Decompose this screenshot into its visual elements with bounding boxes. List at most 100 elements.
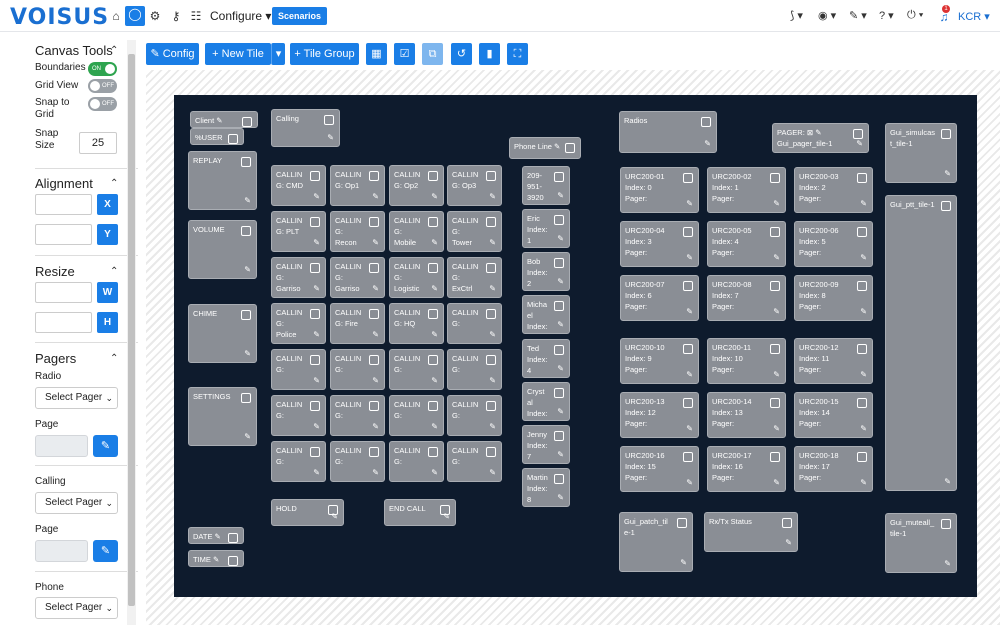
tile-checkbox[interactable] <box>428 263 438 273</box>
wrench-icon[interactable]: ✎ <box>431 468 438 478</box>
tile-c13[interactable]: CALLIN G: Police ✎ <box>271 303 326 344</box>
wrench-icon[interactable]: ✎ <box>785 538 792 548</box>
tile-calling[interactable]: Calling ✎ <box>271 109 340 147</box>
wrench-icon[interactable]: ✎ <box>372 468 379 478</box>
tile-muteall[interactable]: Gui_muteall_ tile-1 ✎ <box>885 513 957 573</box>
tile-checkbox[interactable] <box>941 201 951 211</box>
wrench-icon[interactable]: ✎ <box>431 330 438 340</box>
chevron-up-icon[interactable]: ⌃ <box>110 178 118 189</box>
chat-icon[interactable]: ◯ <box>125 6 145 26</box>
team-icon[interactable]: ☷ <box>188 8 204 24</box>
wrench-icon[interactable]: ✎ <box>773 199 780 209</box>
wrench-icon[interactable]: ✎ <box>489 422 496 432</box>
wrench-icon[interactable]: ✎ <box>372 330 379 340</box>
wrench-icon[interactable]: ✎ <box>431 376 438 386</box>
wrench-icon[interactable]: ✎ <box>557 364 564 374</box>
tile-checkbox[interactable] <box>369 401 379 411</box>
tile-checkbox[interactable] <box>310 309 320 319</box>
wrench-icon[interactable]: ✎ <box>489 238 496 248</box>
tile-checkbox[interactable] <box>782 518 792 528</box>
tile-checkbox[interactable] <box>857 173 867 183</box>
wrench-icon[interactable]: ✎ <box>557 450 564 460</box>
tile-r17[interactable]: URC200-17 Index: 16 Pager: ✎ <box>707 446 786 492</box>
checkbox-icon[interactable]: ☑ <box>394 43 415 65</box>
tile-c19[interactable]: CALLIN G: ✎ <box>389 349 444 390</box>
scrollbar-thumb[interactable] <box>128 54 135 606</box>
tile-r6[interactable]: URC200-06 Index: 5 Pager: ✎ <box>794 221 873 267</box>
new-tile-dropdown[interactable]: ▾ <box>271 43 285 65</box>
tile-r7[interactable]: URC200-07 Index: 6 Pager: ✎ <box>620 275 699 321</box>
tile-r18[interactable]: URC200-18 Index: 17 Pager: ✎ <box>794 446 873 492</box>
tile-r2[interactable]: URC200-02 Index: 1 Pager: ✎ <box>707 167 786 213</box>
tile-checkbox[interactable] <box>683 281 693 291</box>
tile-checkbox[interactable] <box>677 518 687 528</box>
help-menu[interactable]: ? ▾ <box>879 9 894 22</box>
wrench-icon[interactable]: ✎ <box>489 468 496 478</box>
phone-pager-select[interactable]: Select Pager ⌄ <box>35 597 118 619</box>
tile-rxtx[interactable]: Rx/Tx Status ✎ <box>704 512 798 552</box>
tile-checkbox[interactable] <box>486 171 496 181</box>
wrench-icon[interactable]: ✎ <box>372 422 379 432</box>
tools-menu[interactable]: ✎ ▾ <box>849 9 867 22</box>
tile-checkbox[interactable] <box>857 344 867 354</box>
tile-checkbox[interactable] <box>857 452 867 462</box>
wrench-icon[interactable]: ✎ <box>313 422 320 432</box>
tile-c4[interactable]: CALLIN G: Op3 ✎ <box>447 165 502 206</box>
tile-checkbox[interactable] <box>486 217 496 227</box>
tile-checkbox[interactable] <box>683 398 693 408</box>
tile-p2[interactable]: Eric Index: 1 ✎ <box>522 209 570 248</box>
wrench-icon[interactable]: ✎ <box>686 253 693 263</box>
tile-patch[interactable]: Gui_patch_til e-1 ✎ <box>619 512 693 572</box>
view-menu[interactable]: ◉ ▾ <box>818 9 836 22</box>
tile-checkbox[interactable] <box>683 227 693 237</box>
voisus-logo[interactable]: VOISUS <box>10 5 109 30</box>
wrench-icon[interactable]: ✎ <box>557 191 564 201</box>
new-tile-button[interactable]: + New Tile <box>205 43 271 65</box>
tile-checkbox[interactable] <box>683 344 693 354</box>
wrench-icon[interactable]: ✎ <box>860 253 867 263</box>
tile-c20[interactable]: CALLIN G: ✎ <box>447 349 502 390</box>
tile-p7[interactable]: Jenny Index: 7 ✎ <box>522 425 570 464</box>
tile-r5[interactable]: URC200-05 Index: 4 Pager: ✎ <box>707 221 786 267</box>
scenarios-button[interactable]: Scenarios <box>272 7 328 25</box>
tile-checkbox[interactable] <box>770 173 780 183</box>
tile-c21[interactable]: CALLIN G: ✎ <box>271 395 326 436</box>
tile-c15[interactable]: CALLIN G: HQ ✎ <box>389 303 444 344</box>
wrench-icon[interactable]: ✎ <box>313 238 320 248</box>
wrench-icon[interactable]: ✎ <box>773 478 780 488</box>
wrench-icon[interactable]: ✎ <box>557 277 564 287</box>
sidebar-scrollbar[interactable] <box>127 40 136 625</box>
wrench-icon[interactable]: ✎ <box>313 284 320 294</box>
chevron-up-icon[interactable]: ⌃ <box>110 45 118 56</box>
tile-checkbox[interactable] <box>554 301 564 311</box>
tile-checkbox[interactable] <box>486 263 496 273</box>
tile-checkbox[interactable] <box>770 227 780 237</box>
tile-checkbox[interactable] <box>428 309 438 319</box>
tile-checkbox[interactable] <box>228 556 238 566</box>
tile-c11[interactable]: CALLIN G: Logistic ✎ <box>389 257 444 298</box>
tile-phoneline[interactable]: Phone Line ✎ <box>509 137 581 159</box>
wrench-icon[interactable]: ✎ <box>944 477 951 487</box>
tile-checkbox[interactable] <box>770 452 780 462</box>
tile-c12[interactable]: CALLIN G: ExCtrl ✎ <box>447 257 502 298</box>
wrench-icon[interactable]: ✎ <box>489 284 496 294</box>
tile-checkbox[interactable] <box>310 171 320 181</box>
wrench-icon[interactable]: ✎ <box>944 559 951 569</box>
wrench-icon[interactable]: ✎ <box>860 307 867 317</box>
tile-checkbox[interactable] <box>310 263 320 273</box>
tile-r3[interactable]: URC200-03 Index: 2 Pager: ✎ <box>794 167 873 213</box>
tile-checkbox[interactable] <box>369 217 379 227</box>
tile-checkbox[interactable] <box>857 398 867 408</box>
wrench-icon[interactable]: ✎ <box>489 192 496 202</box>
tile-c10[interactable]: CALLIN G: Garriso ✎ <box>330 257 385 298</box>
power-menu[interactable]: ⏻ ▾ <box>907 9 923 22</box>
tile-r8[interactable]: URC200-08 Index: 7 Pager: ✎ <box>707 275 786 321</box>
wrench-icon[interactable]: ✎ <box>686 199 693 209</box>
wrench-icon[interactable]: ✎ <box>431 284 438 294</box>
tile-checkbox[interactable] <box>242 117 252 127</box>
radio-pager-select[interactable]: Select Pager ⌄ <box>35 387 118 409</box>
undo-icon[interactable]: ↺ <box>451 43 472 65</box>
tile-checkbox[interactable] <box>554 172 564 182</box>
wrench-icon[interactable]: ✎ <box>680 558 687 568</box>
tile-hold[interactable]: HOLD ✎ <box>271 499 344 526</box>
